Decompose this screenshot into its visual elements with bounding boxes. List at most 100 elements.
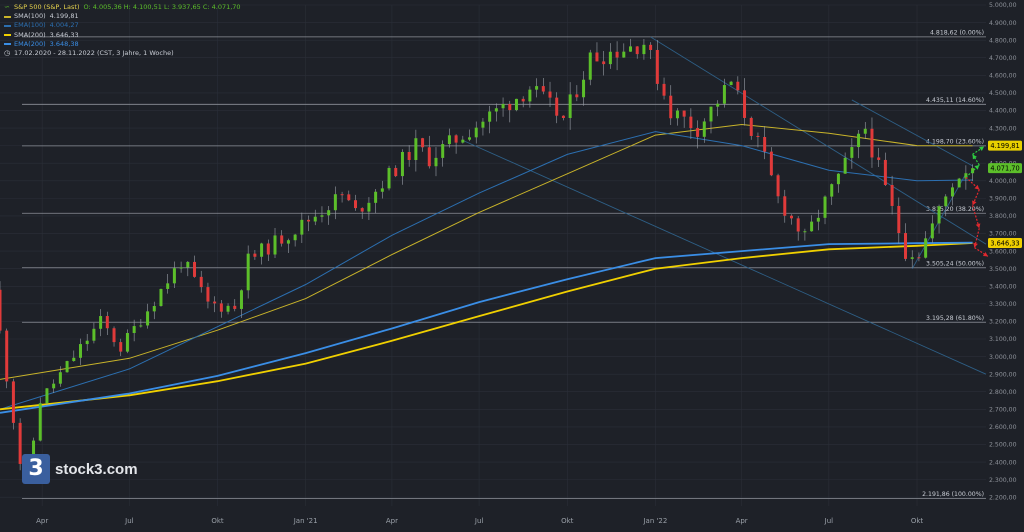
candle-up bbox=[622, 51, 626, 58]
candle-up bbox=[239, 290, 243, 309]
candle-up bbox=[447, 135, 451, 145]
legend-ema200[interactable]: EMA(200) 3.648,38 bbox=[4, 40, 241, 49]
candle-down bbox=[407, 151, 411, 161]
y-tick-label: 3.000,00 bbox=[989, 354, 1017, 361]
candle-down bbox=[119, 342, 123, 352]
candle-up bbox=[709, 106, 713, 122]
candle-down bbox=[394, 167, 398, 177]
candle-up bbox=[810, 221, 814, 232]
price-tag-label: 4.071,70 bbox=[990, 164, 1019, 172]
candle-up bbox=[246, 253, 250, 291]
y-tick-label: 4.000,00 bbox=[989, 178, 1017, 185]
candle-up bbox=[823, 196, 827, 218]
candle-up bbox=[729, 81, 733, 86]
candle-up bbox=[78, 344, 82, 358]
candle-up bbox=[441, 144, 445, 158]
candle-down bbox=[776, 175, 780, 197]
candle-up bbox=[722, 85, 726, 104]
y-tick-label: 4.900,00 bbox=[989, 20, 1017, 27]
candle-up bbox=[400, 151, 404, 177]
candle-down bbox=[266, 243, 270, 255]
legend-ema100[interactable]: EMA(100) 4.004,27 bbox=[4, 21, 241, 30]
y-tick-label: 3.800,00 bbox=[989, 213, 1017, 220]
x-tick-label: Apr bbox=[736, 517, 748, 525]
candle-down bbox=[105, 316, 109, 329]
stock3-logo: 3 stock3.com bbox=[22, 454, 138, 484]
y-tick-label: 2.500,00 bbox=[989, 442, 1017, 449]
candle-down bbox=[696, 128, 700, 137]
scenario-down-arrowhead bbox=[975, 223, 981, 229]
x-tick-label: Okt bbox=[911, 517, 924, 525]
candle-up bbox=[186, 261, 190, 268]
y-tick-label: 3.900,00 bbox=[989, 196, 1017, 203]
candle-up bbox=[146, 311, 150, 326]
symbol-title: S&P 500 (S&P, Last) bbox=[14, 3, 80, 11]
candle-up bbox=[957, 178, 961, 188]
candle-down bbox=[904, 233, 908, 259]
ohlc-values: O: 4.005,36 H: 4.100,51 L: 3.937,65 C: 4… bbox=[83, 3, 241, 11]
candles bbox=[0, 38, 975, 479]
candle-down bbox=[353, 200, 357, 209]
y-tick-label: 2.800,00 bbox=[989, 389, 1017, 396]
candle-up bbox=[843, 157, 847, 174]
legend-period: ◷ 17.02.2020 - 28.11.2022 (CST, 3 Jahre,… bbox=[4, 49, 241, 58]
candle-down bbox=[521, 98, 525, 102]
candle-up bbox=[716, 103, 720, 107]
candle-up bbox=[608, 51, 612, 65]
fib-level-label: 2.191,86 (100.00%) bbox=[922, 491, 984, 498]
legend-header: ∽ S&P 500 (S&P, Last) O: 4.005,36 H: 4.1… bbox=[4, 3, 241, 12]
candle-down bbox=[749, 117, 753, 136]
y-tick-label: 3.100,00 bbox=[989, 336, 1017, 343]
candle-up bbox=[125, 332, 129, 352]
candle-up bbox=[45, 388, 49, 404]
candle-down bbox=[5, 330, 9, 382]
price-tag-label: 4.199,81 bbox=[990, 142, 1019, 150]
candle-up bbox=[924, 238, 928, 258]
candle-up bbox=[52, 383, 56, 389]
candle-down bbox=[897, 205, 901, 234]
candle-up bbox=[675, 110, 679, 119]
candle-down bbox=[253, 253, 257, 257]
x-tick-label: Jul bbox=[824, 517, 834, 525]
candle-down bbox=[649, 44, 653, 50]
candle-up bbox=[132, 326, 136, 333]
price-chart[interactable]: 4.818,62 (0.00%) 4.435,11 (14.60%) 4.198,7… bbox=[0, 0, 1024, 528]
candle-up bbox=[514, 98, 518, 111]
candle-up bbox=[702, 121, 706, 137]
y-tick-label: 3.700,00 bbox=[989, 231, 1017, 238]
candle-down bbox=[548, 91, 552, 98]
candle-up bbox=[65, 361, 69, 373]
candle-up bbox=[179, 267, 183, 269]
candle-down bbox=[112, 328, 116, 343]
y-tick-label: 4.400,00 bbox=[989, 108, 1017, 115]
candle-down bbox=[870, 128, 874, 158]
fib-level-label: 4.435,11 (14.60%) bbox=[926, 97, 984, 104]
candle-up bbox=[588, 52, 592, 80]
x-tick-label: Apr bbox=[386, 517, 398, 525]
legend-sma200[interactable]: SMA(200) 3.646,33 bbox=[4, 31, 241, 40]
candle-down bbox=[575, 94, 579, 98]
candle-down bbox=[602, 61, 606, 65]
y-tick-label: 3.300,00 bbox=[989, 301, 1017, 308]
candle-down bbox=[615, 51, 619, 58]
fib-level-label: 3.815,20 (38.20%) bbox=[926, 206, 984, 213]
candle-up bbox=[286, 240, 290, 244]
y-tick-label: 3.600,00 bbox=[989, 248, 1017, 255]
candle-down bbox=[783, 196, 787, 216]
logo-mark: 3 bbox=[22, 454, 50, 484]
candle-up bbox=[910, 257, 914, 259]
legend-value: 3.646,33 bbox=[49, 30, 79, 39]
legend-sma100[interactable]: SMA(100) 4.199,81 bbox=[4, 12, 241, 21]
scenario-down-arrowhead bbox=[972, 200, 977, 206]
x-tick-label: Okt bbox=[561, 517, 574, 525]
legend-label: SMA(100) bbox=[14, 12, 46, 21]
candle-up bbox=[300, 219, 304, 235]
y-tick-label: 2.900,00 bbox=[989, 371, 1017, 378]
candle-up bbox=[642, 44, 646, 55]
candle-up bbox=[950, 187, 954, 197]
candle-up bbox=[568, 94, 572, 119]
candle-up bbox=[930, 223, 934, 239]
candle-down bbox=[796, 218, 800, 232]
candle-up bbox=[273, 235, 277, 255]
candle-down bbox=[883, 159, 887, 185]
